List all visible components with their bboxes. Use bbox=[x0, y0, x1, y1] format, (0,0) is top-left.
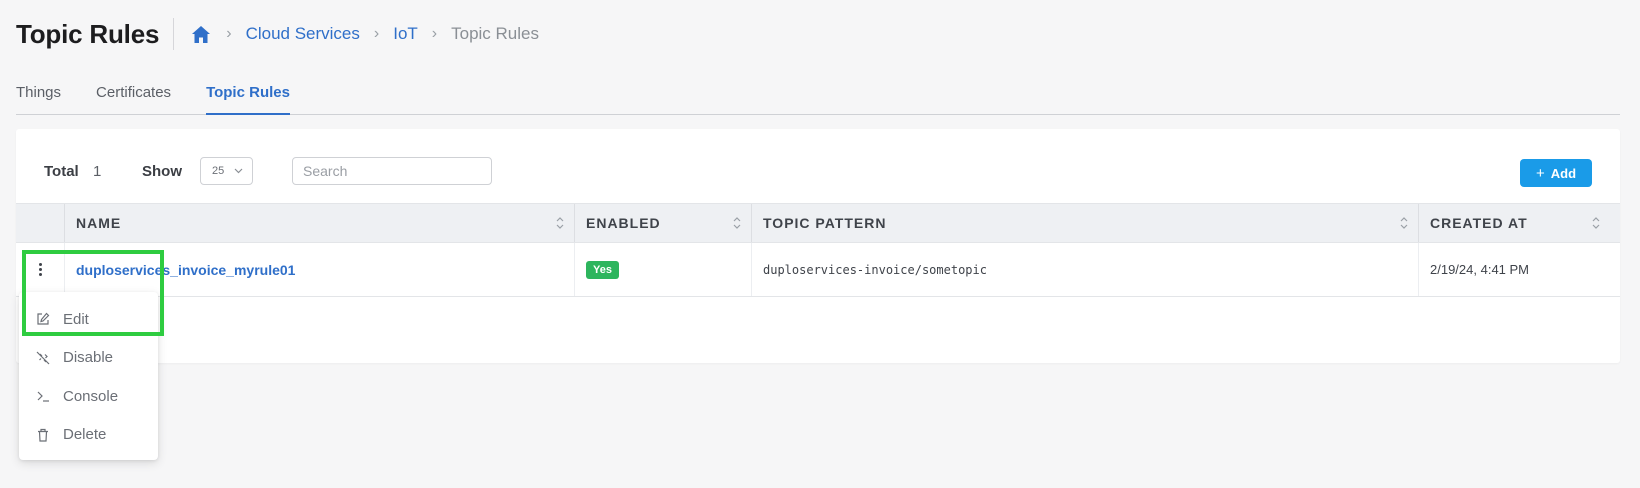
chevron-right-icon: › bbox=[431, 25, 438, 42]
chevron-down-icon bbox=[234, 166, 243, 178]
sort-icon[interactable] bbox=[733, 216, 741, 233]
row-context-menu: Edit Disable Console Delete bbox=[19, 292, 158, 460]
tab-certificates[interactable]: Certificates bbox=[96, 76, 171, 115]
created-at-cell: 2/19/24, 4:41 PM bbox=[1419, 243, 1610, 296]
home-icon[interactable] bbox=[190, 23, 212, 45]
row-actions-cell bbox=[16, 243, 65, 296]
breadcrumb-current: Topic Rules bbox=[451, 24, 539, 43]
tab-bar: Things Certificates Topic Rules bbox=[16, 76, 1620, 115]
header-enabled[interactable]: ENABLED bbox=[575, 204, 752, 242]
breadcrumb-cloud-services[interactable]: Cloud Services bbox=[246, 24, 360, 44]
enabled-badge: Yes bbox=[586, 260, 619, 279]
breadcrumb-iot[interactable]: IoT bbox=[393, 24, 418, 44]
table-row: duploservices_invoice_myrule01 Yes duplo… bbox=[16, 243, 1620, 297]
topic-rules-table: NAME ENABLED TOPIC PATTERN CREATED AT du… bbox=[16, 203, 1620, 297]
plus-icon: + bbox=[1535, 164, 1545, 182]
topic-rules-card: Total 1 Show 25 + Add NAME ENABLED bbox=[16, 129, 1620, 363]
created-at-value: 2/19/24, 4:41 PM bbox=[1430, 262, 1530, 277]
menu-item-disable[interactable]: Disable bbox=[19, 339, 158, 378]
header-action bbox=[16, 204, 65, 242]
page-size-select[interactable]: 25 bbox=[200, 157, 253, 185]
header-topic-pattern-label: TOPIC PATTERN bbox=[763, 215, 887, 231]
menu-item-edit-label: Edit bbox=[63, 310, 89, 328]
disable-icon bbox=[35, 350, 51, 366]
page-header: Topic Rules › Cloud Services › IoT › Top… bbox=[16, 14, 539, 54]
menu-item-console-label: Console bbox=[63, 387, 119, 405]
name-cell: duploservices_invoice_myrule01 bbox=[65, 243, 575, 296]
page-title: Topic Rules bbox=[16, 18, 160, 49]
search-input[interactable] bbox=[292, 157, 492, 185]
rule-name-link[interactable]: duploservices_invoice_myrule01 bbox=[76, 262, 295, 278]
menu-item-delete[interactable]: Delete bbox=[19, 416, 158, 455]
header-enabled-label: ENABLED bbox=[586, 215, 661, 231]
menu-item-console[interactable]: Console bbox=[19, 377, 158, 416]
add-button-label: Add bbox=[1550, 165, 1577, 181]
tab-topic-rules[interactable]: Topic Rules bbox=[206, 76, 290, 115]
trash-icon bbox=[35, 427, 51, 443]
topic-pattern-cell: duploservices-invoice/sometopic bbox=[752, 243, 1419, 296]
menu-item-edit[interactable]: Edit bbox=[19, 300, 158, 339]
header-created-at[interactable]: CREATED AT bbox=[1419, 204, 1610, 242]
table-header: NAME ENABLED TOPIC PATTERN CREATED AT bbox=[16, 203, 1620, 243]
chevron-right-icon: › bbox=[373, 25, 380, 42]
page-size-value: 25 bbox=[212, 165, 225, 177]
edit-icon bbox=[35, 311, 51, 327]
topic-pattern-value: duploservices-invoice/sometopic bbox=[763, 262, 987, 277]
sort-icon[interactable] bbox=[1592, 216, 1600, 233]
total-value: 1 bbox=[93, 163, 102, 180]
breadcrumb: › Cloud Services › IoT › Topic Rules bbox=[190, 23, 539, 45]
header-name-label: NAME bbox=[76, 215, 122, 231]
show-label: Show bbox=[142, 163, 182, 180]
title-divider bbox=[173, 18, 175, 50]
console-icon bbox=[35, 388, 51, 404]
menu-item-disable-label: Disable bbox=[63, 349, 114, 367]
sort-icon[interactable] bbox=[556, 216, 564, 233]
kebab-menu-icon[interactable] bbox=[35, 259, 46, 280]
sort-icon[interactable] bbox=[1400, 216, 1408, 233]
header-name[interactable]: NAME bbox=[65, 204, 575, 242]
table-toolbar: Total 1 Show 25 + Add bbox=[16, 129, 1620, 203]
enabled-cell: Yes bbox=[575, 243, 752, 296]
menu-item-delete-label: Delete bbox=[63, 426, 107, 444]
header-created-at-label: CREATED AT bbox=[1430, 215, 1528, 231]
chevron-right-icon: › bbox=[226, 25, 232, 42]
tab-things[interactable]: Things bbox=[16, 76, 61, 115]
add-button[interactable]: + Add bbox=[1520, 159, 1592, 187]
header-topic-pattern[interactable]: TOPIC PATTERN bbox=[752, 204, 1419, 242]
total-label: Total bbox=[44, 163, 79, 180]
